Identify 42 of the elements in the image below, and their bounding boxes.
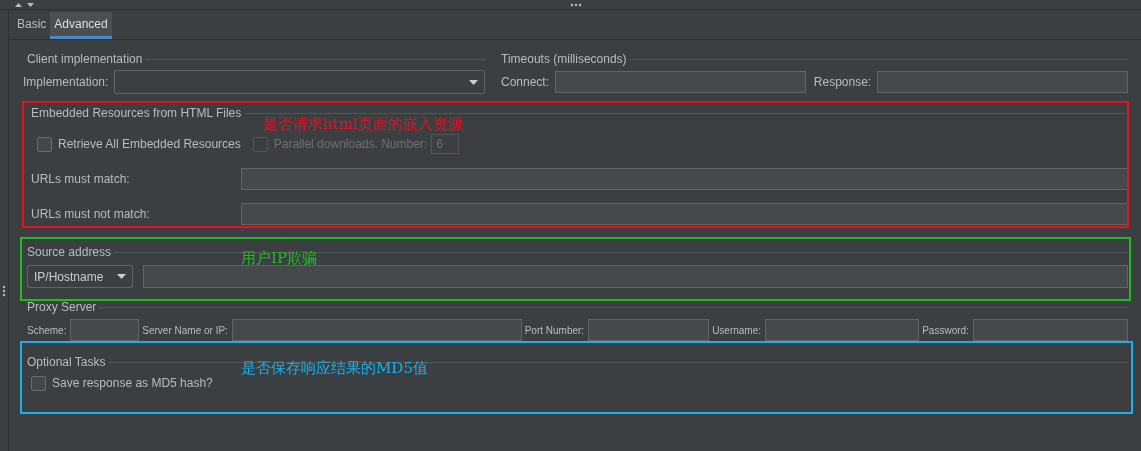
field-label: Port Number:	[524, 324, 585, 336]
response-field[interactable]	[877, 71, 1128, 93]
field-label: Server Name or IP:	[142, 324, 228, 336]
proxy-field[interactable]	[231, 319, 522, 341]
tab[interactable]: Basic	[13, 12, 51, 39]
splitter-handle-icon[interactable]	[570, 3, 582, 7]
proxy-field[interactable]	[972, 319, 1128, 341]
urls-not-match-field[interactable]	[241, 203, 1128, 225]
proxy-field[interactable]	[588, 319, 710, 341]
checkbox[interactable]	[31, 375, 46, 391]
field-label: Password:	[922, 324, 969, 336]
proxy-field[interactable]	[765, 319, 920, 341]
section-title: Timeouts (milliseconds)	[500, 52, 628, 66]
address-type-dropdown[interactable]: IP/Hostname	[27, 265, 133, 288]
field-label: URLs must match:	[31, 172, 131, 186]
section-title: Source address	[26, 245, 113, 259]
splitter-handle-icon[interactable]	[2, 285, 6, 297]
implementation-dropdown[interactable]	[114, 70, 485, 94]
annotation-note: 是否保存响应结果的MD5值	[241, 360, 428, 377]
source-address-field[interactable]	[143, 265, 1128, 288]
field-label: Scheme:	[27, 324, 67, 336]
tab[interactable]: Advanced	[50, 12, 112, 39]
collapse-arrows-icon[interactable]	[15, 1, 37, 8]
dropdown-caret-icon	[117, 274, 126, 279]
connect-field[interactable]	[555, 71, 806, 93]
field-label: Username:	[712, 324, 762, 336]
field-label: Connect:	[501, 75, 550, 89]
section-title: Optional Tasks	[26, 355, 107, 369]
annotation-note: 是否请求html页面的嵌入资源	[263, 116, 463, 133]
checkbox[interactable]	[37, 136, 52, 152]
proxy-field[interactable]	[70, 319, 140, 341]
section-title: Proxy Server	[26, 300, 98, 314]
dropdown-caret-icon	[469, 79, 478, 85]
section-title: Embedded Resources from HTML Files	[30, 106, 243, 120]
annotation-note: 用户IP欺骗	[241, 250, 318, 267]
checkbox-label: Retrieve All Embedded Resources	[58, 137, 241, 151]
urls-match-field[interactable]	[241, 168, 1128, 190]
field-label: URLs must not match:	[31, 207, 151, 221]
section-title: Client implementation	[26, 52, 144, 66]
checkbox-label: Save response as MD5 hash?	[52, 376, 213, 390]
field-label: Response:	[813, 75, 872, 89]
field-label: Implementation:	[23, 75, 109, 89]
